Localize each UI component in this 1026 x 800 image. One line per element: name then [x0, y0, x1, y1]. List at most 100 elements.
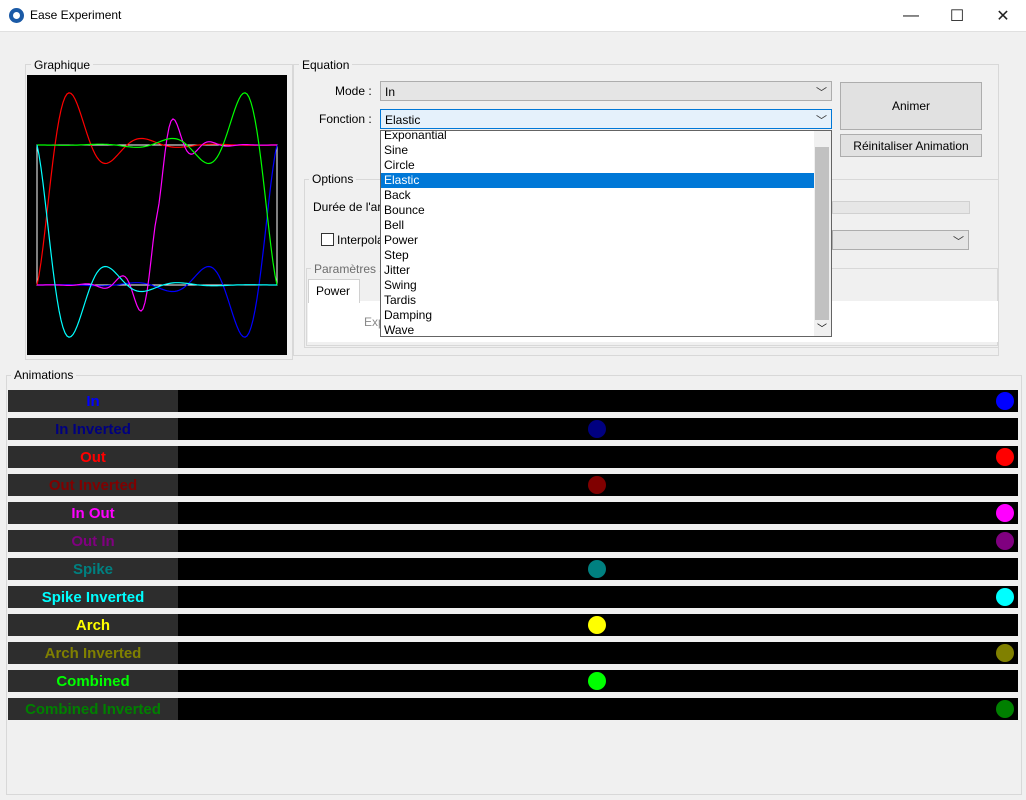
- animation-label: Out Inverted: [8, 474, 178, 496]
- dropdown-option[interactable]: Elastic: [381, 173, 815, 188]
- graph-plot: [36, 92, 278, 338]
- duree-label: Durée de l'ar: [313, 200, 382, 214]
- dropdown-option[interactable]: Damping: [381, 308, 815, 323]
- dropdown-option[interactable]: Power: [381, 233, 815, 248]
- options-legend: Options: [309, 172, 357, 186]
- dropdown-option[interactable]: Bell: [381, 218, 815, 233]
- reset-animation-button[interactable]: Réinitaliser Animation: [840, 134, 982, 157]
- chevron-down-icon[interactable]: ﹀: [817, 320, 827, 335]
- chevron-down-icon: ﹀: [953, 236, 964, 248]
- graph-curve: [36, 144, 277, 338]
- minimize-button[interactable]: —: [888, 0, 934, 31]
- animation-label: In Out: [8, 502, 178, 524]
- animation-row: Combined: [8, 670, 1018, 692]
- animation-ball: [588, 616, 606, 634]
- dropdown-option[interactable]: Step: [381, 248, 815, 263]
- dropdown-option[interactable]: Back: [381, 188, 815, 203]
- animation-ball: [996, 700, 1014, 718]
- animations-legend: Animations: [11, 368, 77, 382]
- tab-power[interactable]: Power: [308, 279, 360, 303]
- animation-row: Out Inverted: [8, 474, 1018, 496]
- graph-legend: Graphique: [31, 58, 94, 72]
- animation-ball: [588, 420, 606, 438]
- animation-row: In: [8, 390, 1018, 412]
- animation-ball: [996, 392, 1014, 410]
- animation-label: Spike Inverted: [8, 586, 178, 608]
- animation-track: [178, 698, 1018, 720]
- animation-row: Arch Inverted: [8, 642, 1018, 664]
- dropdown-option[interactable]: Bounce: [381, 203, 815, 218]
- animation-ball: [996, 448, 1014, 466]
- animation-label: Combined Inverted: [8, 698, 178, 720]
- title-bar: Ease Experiment — ☐ ✕: [0, 0, 1026, 32]
- animation-track: [178, 530, 1018, 552]
- tab-power-label: Power: [316, 284, 351, 298]
- animation-ball: [588, 560, 606, 578]
- duration-slider[interactable]: [832, 201, 970, 214]
- animation-row: Out In: [8, 530, 1018, 552]
- animation-label: Spike: [8, 558, 178, 580]
- animation-row: Out: [8, 446, 1018, 468]
- interpolation-select[interactable]: ﹀: [832, 230, 969, 250]
- animation-ball: [996, 504, 1014, 522]
- animation-row: Spike: [8, 558, 1018, 580]
- params-legend: Paramètres s: [311, 262, 389, 276]
- chevron-down-icon: ﹀: [816, 87, 827, 99]
- animation-label: Out In: [8, 530, 178, 552]
- mode-value: In: [385, 85, 396, 99]
- mode-label: Mode :: [335, 84, 372, 98]
- graph-canvas: [27, 75, 287, 355]
- window-title: Ease Experiment: [30, 8, 122, 22]
- animation-ball: [588, 476, 606, 494]
- animation-track: [178, 418, 1018, 440]
- animation-label: In Inverted: [8, 418, 178, 440]
- animation-track: [178, 474, 1018, 496]
- maximize-button[interactable]: ☐: [934, 0, 980, 31]
- interpolation-label: Interpola: [337, 233, 384, 247]
- dropdown-option[interactable]: Sine: [381, 143, 815, 158]
- animation-track: [178, 446, 1018, 468]
- animation-row: Combined Inverted: [8, 698, 1018, 720]
- fonction-label: Fonction :: [319, 112, 372, 126]
- dropdown-option[interactable]: Tardis: [381, 293, 815, 308]
- dropdown-option[interactable]: Wave: [381, 323, 815, 336]
- graph-curve: [37, 92, 278, 286]
- graph-curve: [36, 92, 277, 286]
- animation-ball: [996, 644, 1014, 662]
- dropdown-scrollbar[interactable]: ﹀: [814, 131, 831, 336]
- dropdown-option[interactable]: Exponantial: [381, 131, 815, 143]
- animation-track: [178, 642, 1018, 664]
- dropdown-option[interactable]: Jitter: [381, 263, 815, 278]
- interpolation-checkbox[interactable]: [321, 233, 334, 246]
- scrollbar-thumb[interactable]: [815, 147, 829, 320]
- equation-legend: Equation: [299, 58, 353, 72]
- animation-row: Spike Inverted: [8, 586, 1018, 608]
- animation-label: Arch: [8, 614, 178, 636]
- dropdown-option[interactable]: Circle: [381, 158, 815, 173]
- animation-label: Combined: [8, 670, 178, 692]
- chevron-down-icon: ﹀: [816, 115, 827, 127]
- graph-curve: [37, 118, 277, 312]
- animation-label: Out: [8, 446, 178, 468]
- animation-ball: [588, 672, 606, 690]
- animation-track: [178, 502, 1018, 524]
- animation-row: In Out: [8, 502, 1018, 524]
- graph-curve: [37, 144, 278, 338]
- animation-label: Arch Inverted: [8, 642, 178, 664]
- close-button[interactable]: ✕: [980, 0, 1026, 31]
- animate-button[interactable]: Animer: [840, 82, 982, 130]
- fonction-select[interactable]: Elastic ﹀: [380, 109, 832, 129]
- dropdown-option[interactable]: Swing: [381, 278, 815, 293]
- animation-track: [178, 670, 1018, 692]
- animation-track: [178, 614, 1018, 636]
- app-icon: [9, 8, 24, 23]
- fonction-dropdown-list[interactable]: Exponantial Sine Circle Elastic Back Bounce Be…: [380, 130, 832, 337]
- mode-select[interactable]: In ﹀: [380, 81, 832, 101]
- animation-row: In Inverted: [8, 418, 1018, 440]
- animation-label: In: [8, 390, 178, 412]
- animation-track: [178, 586, 1018, 608]
- animation-track: [178, 558, 1018, 580]
- animation-track: [178, 390, 1018, 412]
- animation-row: Arch: [8, 614, 1018, 636]
- fonction-value: Elastic: [385, 113, 421, 127]
